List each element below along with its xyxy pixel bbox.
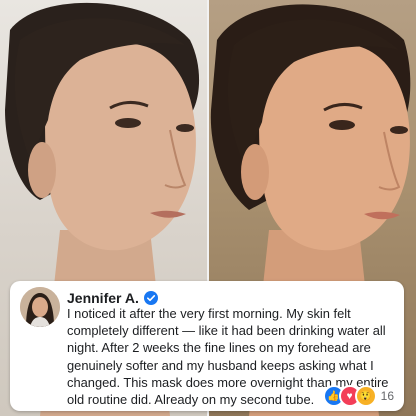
reaction-count: 16 — [380, 389, 394, 403]
review-card: Jennifer A. I noticed it after the very … — [10, 281, 404, 411]
avatar-portrait-icon — [20, 287, 60, 327]
author-name[interactable]: Jennifer A. — [67, 290, 139, 306]
verified-badge-icon — [143, 291, 158, 305]
before-after-ad: Jennifer A. I noticed it after the very … — [0, 0, 416, 416]
reactions-summary[interactable]: 👍 ♥ 😲 16 — [322, 385, 394, 407]
avatar[interactable] — [20, 287, 60, 327]
wow-icon: 😲 — [354, 385, 377, 407]
author-row: Jennifer A. — [67, 290, 158, 306]
